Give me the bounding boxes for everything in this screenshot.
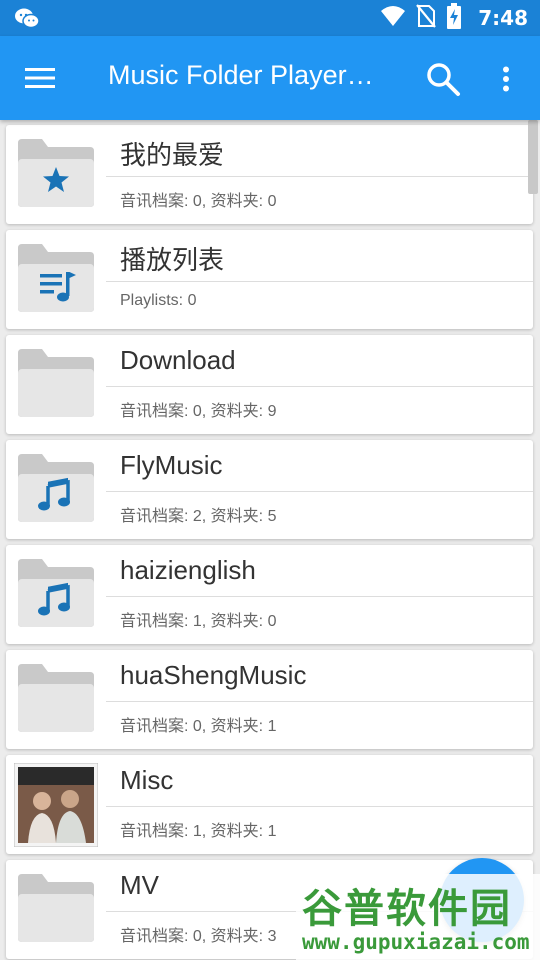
folder-music-icon	[16, 557, 96, 629]
folder-name: 我的最爱	[120, 140, 225, 170]
folder-item-download[interactable]: Download 音讯档案: 0, 资料夹: 9	[6, 335, 533, 434]
divider	[106, 596, 533, 597]
watermark: 谷普软件园 www.gupuxiazai.com	[296, 874, 540, 960]
folder-meta: 音讯档案: 0, 资料夹: 1	[120, 718, 277, 735]
folder-playlist-icon	[16, 242, 96, 314]
menu-icon[interactable]	[18, 58, 62, 98]
folder-meta: 音讯档案: 2, 资料夹: 5	[120, 508, 277, 525]
folder-icon	[16, 872, 96, 944]
watermark-url: www.gupuxiazai.com	[302, 930, 530, 954]
folder-list[interactable]: 我的最爱 音讯档案: 0, 资料夹: 0 播放列表 Playlists: 0 D…	[0, 120, 540, 960]
folder-item-favorites[interactable]: 我的最爱 音讯档案: 0, 资料夹: 0	[6, 125, 533, 224]
divider	[106, 491, 533, 492]
folder-item-playlists[interactable]: 播放列表 Playlists: 0	[6, 230, 533, 329]
divider	[106, 701, 533, 702]
wifi-icon	[380, 5, 406, 31]
app-toolbar: Music Folder Player…	[0, 36, 540, 120]
search-icon[interactable]	[420, 56, 466, 102]
folder-star-icon	[16, 137, 96, 209]
folder-meta: 音讯档案: 0, 资料夹: 0	[120, 193, 277, 210]
folder-item-misc[interactable]: Misc 音讯档案: 1, 资料夹: 1	[6, 755, 533, 854]
divider	[106, 281, 533, 282]
wechat-icon	[14, 7, 40, 33]
folder-name: Download	[120, 345, 236, 375]
folder-meta: 音讯档案: 0, 资料夹: 3	[120, 928, 277, 945]
divider	[106, 386, 533, 387]
status-bar: 7:48	[0, 0, 540, 36]
folder-name: FlyMusic	[120, 450, 223, 480]
page-title: Music Folder Player…	[108, 60, 374, 90]
album-art-thumbnail	[13, 762, 99, 848]
folder-music-icon	[16, 452, 96, 524]
folder-name: Misc	[120, 765, 174, 795]
no-sim-icon	[416, 4, 437, 32]
folder-icon	[16, 347, 96, 419]
battery-charging-icon	[446, 3, 462, 33]
more-vert-icon[interactable]	[488, 56, 524, 102]
scrollbar[interactable]	[528, 120, 538, 194]
folder-item-haizienglish[interactable]: haizienglish 音讯档案: 1, 资料夹: 0	[6, 545, 533, 644]
watermark-brand: 谷普软件园	[302, 886, 512, 932]
folder-item-flymusic[interactable]: FlyMusic 音讯档案: 2, 资料夹: 5	[6, 440, 533, 539]
folder-name: haizienglish	[120, 555, 256, 585]
divider	[106, 806, 533, 807]
folder-meta: 音讯档案: 0, 资料夹: 9	[120, 403, 277, 420]
folder-icon	[16, 662, 96, 734]
divider	[106, 176, 533, 177]
folder-meta: 音讯档案: 1, 资料夹: 0	[120, 613, 277, 630]
folder-name: huaShengMusic	[120, 660, 307, 690]
folder-name: MV	[120, 870, 159, 900]
folder-item-huashengmusic[interactable]: huaShengMusic 音讯档案: 0, 资料夹: 1	[6, 650, 533, 749]
folder-meta: Playlists: 0	[120, 292, 197, 309]
status-time: 7:48	[478, 6, 528, 30]
folder-name: 播放列表	[120, 245, 225, 275]
folder-meta: 音讯档案: 1, 资料夹: 1	[120, 823, 277, 840]
